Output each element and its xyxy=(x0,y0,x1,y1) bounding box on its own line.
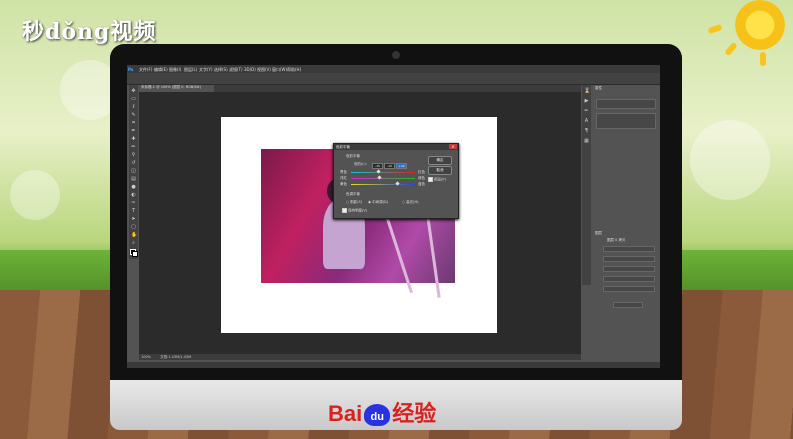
layer-row[interactable] xyxy=(603,246,655,252)
brush-panel-icon[interactable]: ✏ xyxy=(584,109,589,114)
pen-tool-icon[interactable]: ✑ xyxy=(131,201,136,206)
status-bar: 100% 文档:1.43M/1.43M xyxy=(139,354,581,360)
zoom-level: 100% xyxy=(141,355,152,359)
video-logo: 秒dǒng视频 xyxy=(22,19,157,45)
level-input-yellow-blue[interactable]: +44 xyxy=(396,163,407,169)
type-tool-icon[interactable]: T xyxy=(131,209,136,214)
yellow-label: 黄色 xyxy=(340,182,347,186)
yellow-blue-slider[interactable] xyxy=(351,181,415,186)
slider-knob[interactable] xyxy=(394,181,400,186)
layer-row[interactable] xyxy=(603,256,655,262)
preserve-luminosity-checkbox[interactable]: 保持明度(V) xyxy=(342,208,367,214)
sun-icon xyxy=(735,0,785,50)
tone-section-label: 色调平衡 xyxy=(346,192,360,196)
marquee-tool-icon[interactable]: ▭ xyxy=(131,97,136,102)
preserve-luminosity-label: 保持明度(V) xyxy=(348,208,368,213)
bokeh-light xyxy=(690,120,770,200)
level-input-cyan-red[interactable]: -15 xyxy=(372,163,383,169)
camera-icon xyxy=(392,51,400,59)
shape-tool-icon[interactable]: ▢ xyxy=(131,225,136,230)
slider-knob[interactable] xyxy=(376,169,381,174)
close-icon[interactable]: × xyxy=(449,144,457,149)
sun-ray xyxy=(760,52,766,66)
menu-bar: Ps 文件(F) 编辑(E) 图像(I) 图层(L) 文字(Y) 选择(S) 滤… xyxy=(127,65,660,73)
eraser-tool-icon[interactable]: ◫ xyxy=(131,169,136,174)
layers-tab[interactable]: 图层 xyxy=(595,231,602,236)
sun-ray xyxy=(724,41,738,57)
highlights-radio[interactable]: ○ 高光(H) xyxy=(402,200,419,205)
dialog-title: 色彩平衡 xyxy=(334,144,458,150)
menu-item[interactable]: 3D(D) xyxy=(244,67,256,72)
dodge-tool-icon[interactable]: ◐ xyxy=(131,193,136,198)
baidu-suffix: 经验 xyxy=(392,401,437,426)
history-panel-icon[interactable]: ⌛ xyxy=(584,89,590,94)
shadows-radio[interactable]: ○ 阴影(S) xyxy=(346,200,362,205)
gradient-tool-icon[interactable]: ▤ xyxy=(131,177,136,182)
level-input-magenta-green[interactable]: -10 xyxy=(384,163,395,169)
shadows-label: 阴影(S) xyxy=(350,200,363,204)
baidu-text: Bai xyxy=(328,401,363,426)
hand-tool-icon[interactable]: ✋ xyxy=(131,233,137,238)
quick-select-tool-icon[interactable]: ✎ xyxy=(131,113,136,118)
cyan-red-slider[interactable] xyxy=(351,169,415,174)
layer-row[interactable] xyxy=(603,286,655,292)
preview-label: 预览(P) xyxy=(434,177,446,182)
magenta-green-slider[interactable] xyxy=(351,175,415,180)
eyedropper-tool-icon[interactable]: ✒ xyxy=(131,129,136,134)
background-color-swatch[interactable] xyxy=(132,251,138,257)
character-panel-icon[interactable]: A xyxy=(584,119,589,124)
photoshop-window: Ps 文件(F) 编辑(E) 图像(I) 图层(L) 文字(Y) 选择(S) 滤… xyxy=(127,65,660,368)
ps-logo-icon: Ps xyxy=(128,67,134,72)
layer-row[interactable] xyxy=(603,266,655,272)
checkbox-icon xyxy=(342,208,347,213)
green-label: 绿色 xyxy=(418,176,425,180)
bottom-bar xyxy=(127,362,660,368)
toolbox: ✥ ▭ ℓ ✎ ⌗ ✒ ✚ ✏ ⚲ ↺ ◫ ▤ ● ◐ ✑ T ➤ ▢ ✋ ⌕ xyxy=(129,85,138,259)
layer-row[interactable] xyxy=(603,276,655,282)
lasso-tool-icon[interactable]: ℓ xyxy=(131,105,136,110)
path-select-icon[interactable]: ➤ xyxy=(131,217,136,222)
zoom-tool-icon[interactable]: ⌕ xyxy=(131,241,136,246)
document-size: 文档:1.43M/1.43M xyxy=(160,355,192,359)
stamp-tool-icon[interactable]: ⚲ xyxy=(131,153,136,158)
red-label: 红色 xyxy=(418,170,425,174)
sun-ray xyxy=(707,23,723,35)
blur-tool-icon[interactable]: ● xyxy=(131,185,136,190)
paragraph-panel-icon[interactable]: ¶ xyxy=(584,129,589,134)
slider-knob[interactable] xyxy=(377,175,382,180)
highlights-label: 高光(H) xyxy=(406,200,419,204)
midtones-radio[interactable]: ◉ 中间调(D) xyxy=(368,200,388,205)
baidu-logo: Bai du 经验 xyxy=(328,396,436,428)
magenta-label: 洋红 xyxy=(340,176,347,180)
layer-button[interactable] xyxy=(613,302,643,308)
crop-tool-icon[interactable]: ⌗ xyxy=(131,121,136,126)
cyan-label: 青色 xyxy=(340,170,347,174)
levels-label: 色阶(L): xyxy=(354,162,367,166)
blue-label: 蓝色 xyxy=(418,182,425,186)
checkbox-icon xyxy=(428,177,433,182)
balance-section-label: 色彩平衡 xyxy=(346,154,360,158)
properties-box xyxy=(596,113,656,129)
history-brush-icon[interactable]: ↺ xyxy=(131,161,136,166)
swatches-panel-icon[interactable]: ▦ xyxy=(584,139,589,144)
midtones-label: 中间调(D) xyxy=(372,200,389,204)
bokeh-light xyxy=(10,170,60,220)
move-tool-icon[interactable]: ✥ xyxy=(131,89,136,94)
layer-name[interactable]: 图层 0 拷贝 xyxy=(607,238,625,243)
preview-checkbox[interactable]: 预览(P) xyxy=(428,177,446,183)
ok-button[interactable]: 确定 xyxy=(428,156,452,165)
panel-icon-strip: ⌛ ▶ ✏ A ¶ ▦ xyxy=(582,85,591,285)
healing-tool-icon[interactable]: ✚ xyxy=(131,137,136,142)
options-bar xyxy=(127,73,660,85)
document-tab[interactable]: 未标题-1 @ 100% (图层 0, RGB/8#) xyxy=(139,85,214,92)
properties-box xyxy=(596,99,656,109)
cancel-button[interactable]: 取消 xyxy=(428,166,452,175)
baidu-paw-icon: du xyxy=(364,404,391,427)
color-balance-dialog: 色彩平衡 × 色彩平衡 色阶(L): -15 -10 +44 青色 红色 洋红 … xyxy=(333,143,459,219)
layers-panel: 图层 图层 0 拷贝 xyxy=(593,230,660,360)
properties-tab[interactable]: 属性 xyxy=(595,86,602,91)
actions-panel-icon[interactable]: ▶ xyxy=(584,99,589,104)
properties-panel: 属性 xyxy=(593,85,660,188)
brush-tool-icon[interactable]: ✏ xyxy=(131,145,136,150)
